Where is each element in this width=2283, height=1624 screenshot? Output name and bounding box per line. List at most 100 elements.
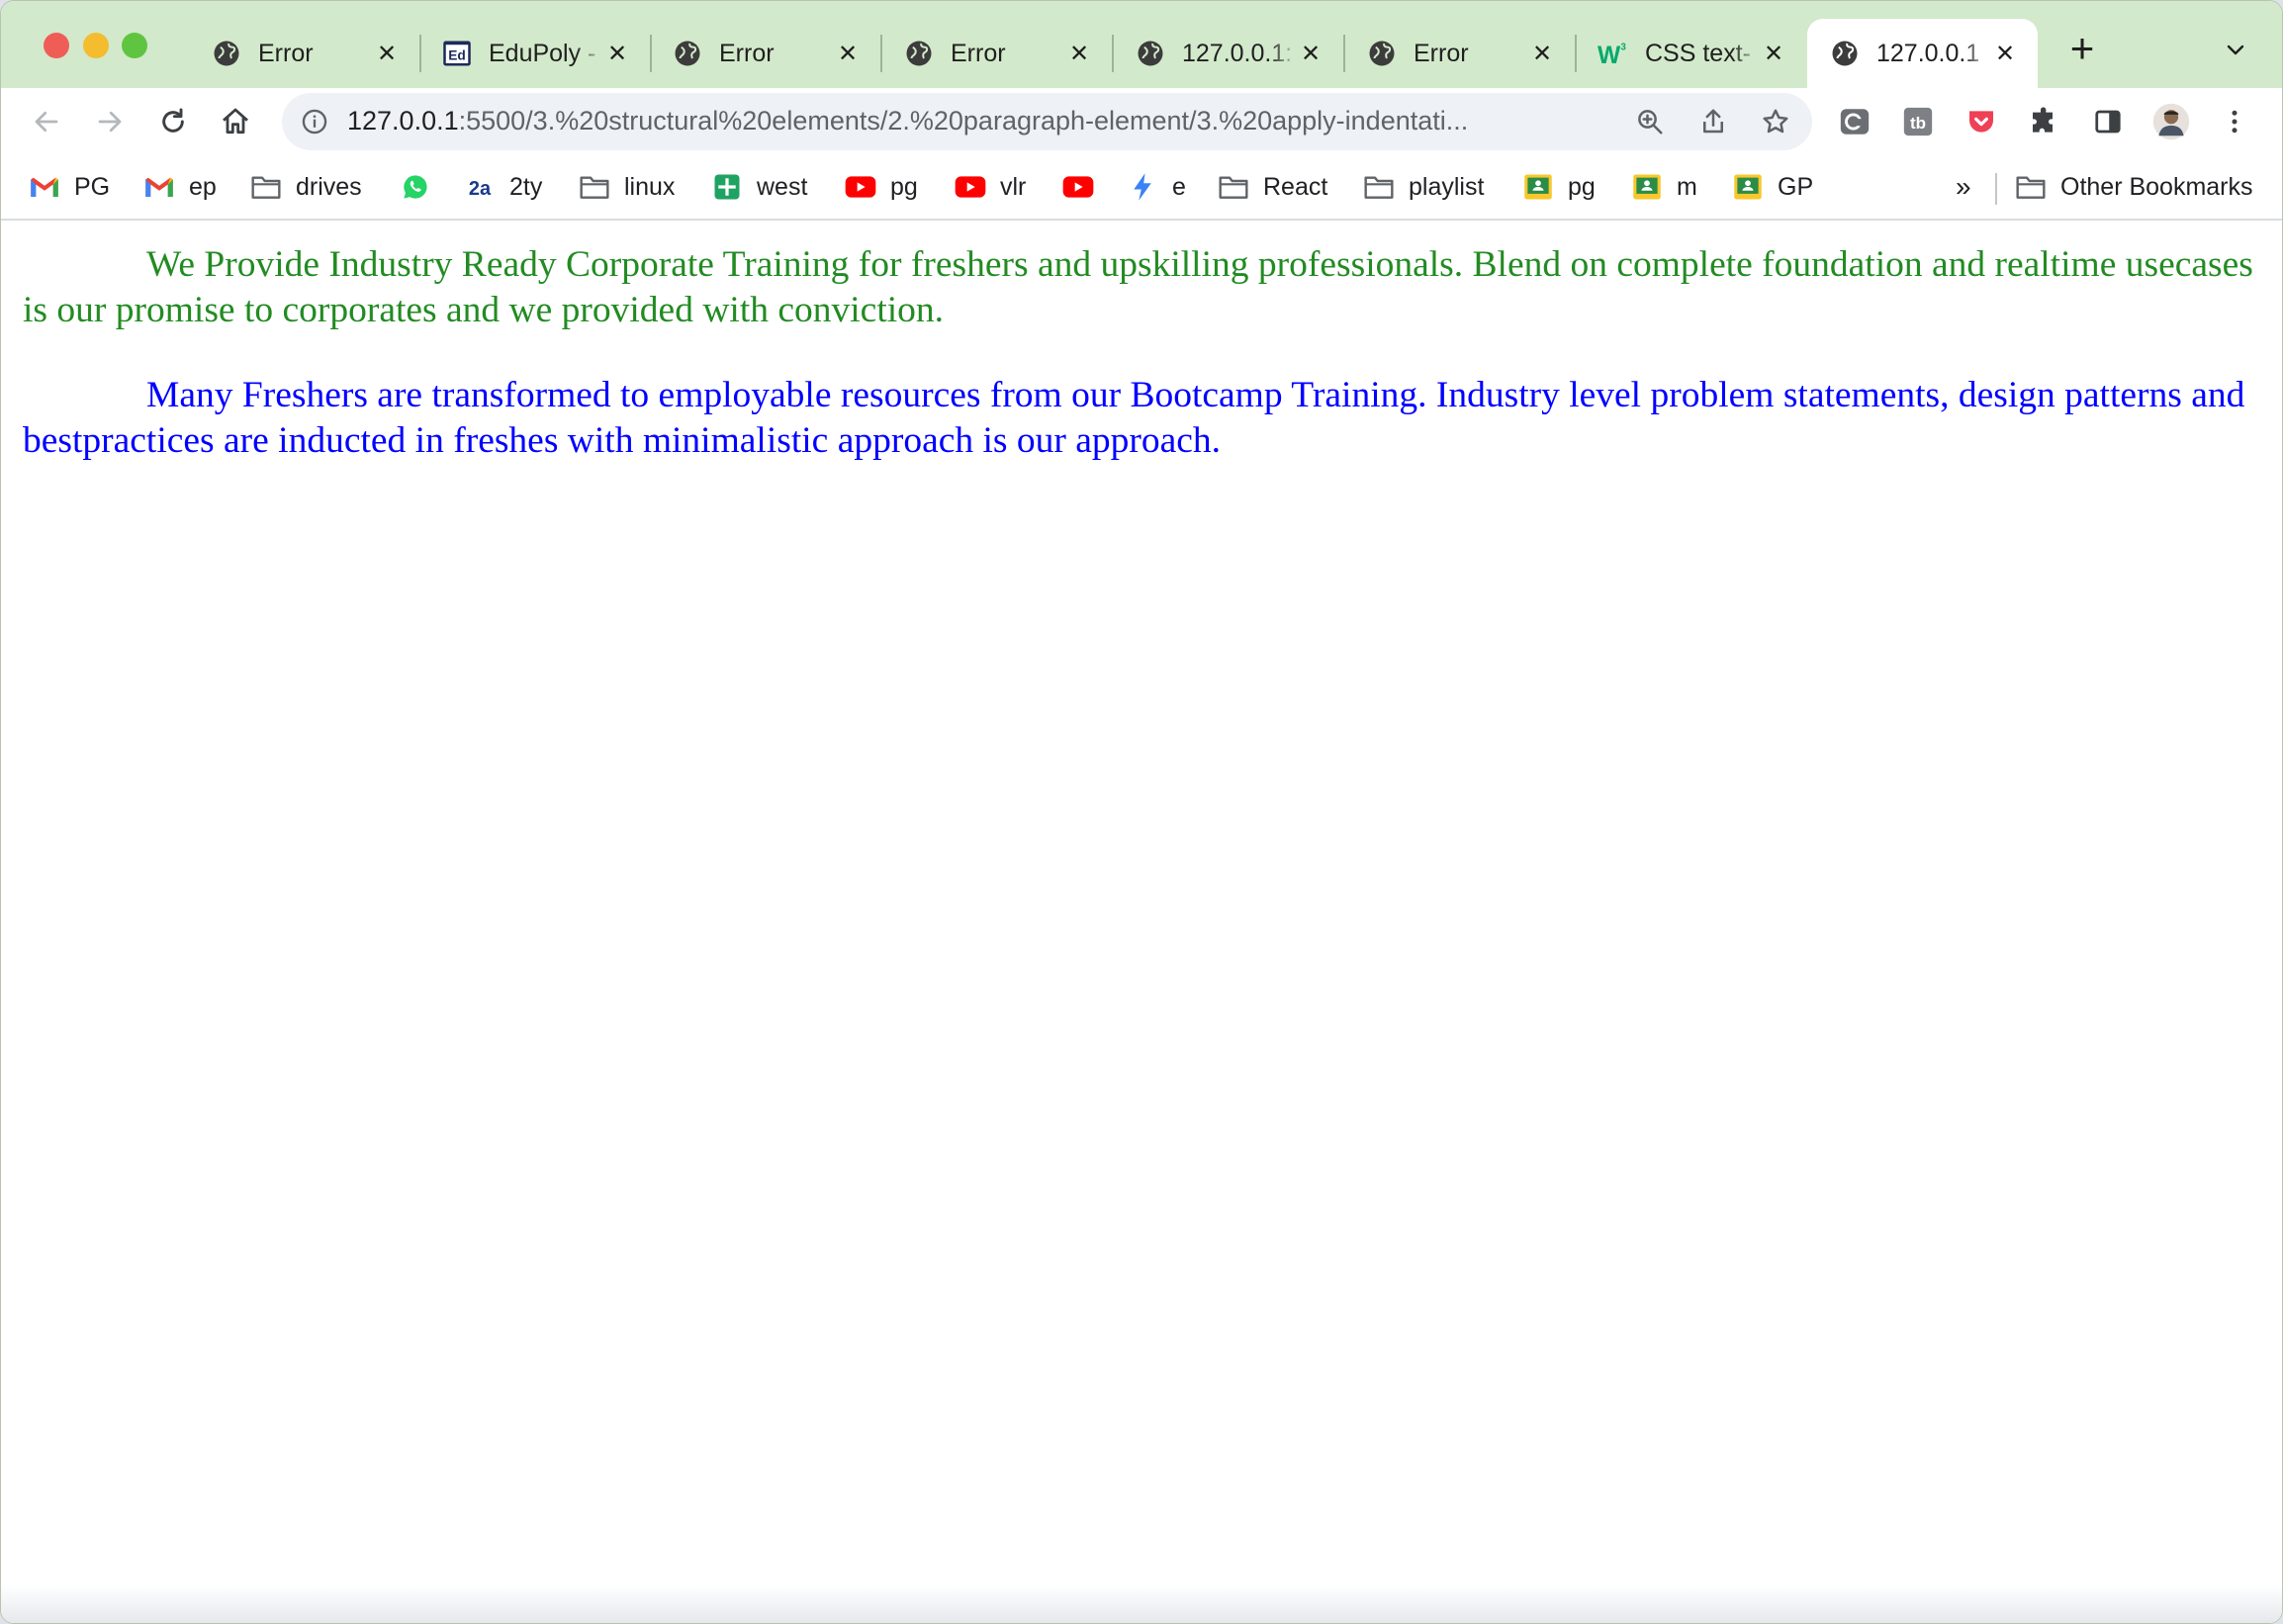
tab-close-icon[interactable]: ✕ (1298, 41, 1324, 67)
tab-title: 127.0.0.1 (1876, 39, 1980, 67)
tab-close-icon[interactable]: ✕ (1761, 41, 1786, 67)
tab-localhost-1[interactable]: 127.0.0.1: ✕ (1113, 19, 1343, 88)
bookmark-label: React (1263, 172, 1328, 201)
bookmark-whatsapp[interactable] (400, 167, 431, 207)
bookmarks-bar: PG ep drives 2a 2ty linux west pg vlr e … (1, 155, 2282, 221)
bookmark-pg-classroom[interactable]: pg (1522, 167, 1596, 207)
paragraph-freshers: Many Freshers are transformed to employa… (23, 375, 2245, 461)
globe-icon (1135, 38, 1166, 69)
bookmark-folder-drives[interactable]: drives (250, 167, 362, 207)
folder-icon (2015, 171, 2047, 203)
bookmark-label: vlr (1000, 172, 1027, 201)
folder-icon (250, 171, 282, 203)
tab-title: Error (1414, 39, 1469, 67)
new-tab-button[interactable]: + (2064, 28, 2100, 69)
tab-close-icon[interactable]: ✕ (374, 41, 400, 67)
extensions-button[interactable] (2023, 100, 2066, 143)
close-window-button[interactable] (44, 33, 69, 58)
svg-text:Ed: Ed (448, 47, 466, 62)
maximize-window-button[interactable] (122, 33, 147, 58)
side-panel-icon (2095, 110, 2121, 134)
svg-text:3: 3 (1620, 42, 1626, 52)
tab-close-icon[interactable]: ✕ (604, 41, 630, 67)
tb-extension-icon: tb (1903, 107, 1933, 136)
extension-button-3[interactable] (1960, 100, 2003, 143)
site-info-icon[interactable] (300, 107, 329, 136)
bookmark-folder-react[interactable]: React (1218, 167, 1327, 207)
tab-close-icon[interactable]: ✕ (1992, 41, 2018, 67)
back-button[interactable] (25, 100, 68, 143)
tab-close-icon[interactable]: ✕ (835, 41, 861, 67)
pocket-icon (1969, 111, 1993, 133)
bookmark-west[interactable]: west (711, 167, 807, 207)
bookmark-youtube[interactable] (1062, 167, 1094, 207)
globe-icon (903, 38, 935, 69)
tab-error-4[interactable]: Error ✕ (1344, 19, 1575, 88)
youtube-icon (845, 171, 876, 203)
bookmark-m-classroom[interactable]: m (1631, 167, 1697, 207)
kebab-menu-icon (2232, 110, 2237, 134)
bookmark-ep-gmail[interactable]: ep (143, 167, 217, 207)
2a-icon: 2a (464, 171, 496, 203)
bookmark-label: PG (74, 172, 111, 201)
bolt-icon (1127, 171, 1158, 203)
home-button[interactable] (214, 100, 257, 143)
edupoly-logo-icon: Ed (441, 38, 473, 69)
bookmark-vlr-youtube[interactable]: vlr (955, 167, 1026, 207)
tab-error-1[interactable]: Error ✕ (189, 19, 419, 88)
tab-css-text[interactable]: W3 CSS text- ✕ (1576, 19, 1806, 88)
globe-icon (211, 38, 242, 69)
classroom-icon (1631, 171, 1663, 203)
forward-button[interactable] (88, 100, 132, 143)
forward-arrow-icon (98, 111, 122, 133)
tab-error-2[interactable]: Error ✕ (650, 19, 880, 88)
avatar (2152, 103, 2190, 140)
tab-title: Error (951, 39, 1006, 67)
bookmark-pg-gmail[interactable]: PG (29, 167, 110, 207)
bookmark-label: pg (890, 172, 918, 201)
bookmark-star-icon[interactable] (1759, 105, 1792, 138)
svg-text:tb: tb (1910, 114, 1926, 133)
share-icon[interactable] (1696, 105, 1730, 138)
bookmarks-overflow-button[interactable]: » (1956, 167, 1971, 207)
address-bar[interactable]: 127.0.0.1:5500/3.%20structural%20element… (282, 93, 1812, 150)
chevron-double-right-icon: » (1956, 171, 1971, 202)
tab-title: EduPoly - (489, 39, 596, 67)
tab-close-icon[interactable]: ✕ (1066, 41, 1092, 67)
globe-icon (672, 38, 703, 69)
puzzle-icon (2033, 107, 2053, 133)
back-arrow-icon (35, 111, 58, 133)
bookmark-2ty[interactable]: 2a 2ty (464, 167, 542, 207)
profile-button[interactable] (2149, 100, 2193, 143)
extension-button-1[interactable] (1833, 100, 1876, 143)
tab-error-3[interactable]: Error ✕ (881, 19, 1112, 88)
zoom-icon[interactable] (1633, 105, 1667, 138)
url-path: :5500/3.%20structural%20elements/2.%20pa… (458, 106, 1469, 135)
url-text[interactable]: 127.0.0.1:5500/3.%20structural%20element… (347, 106, 1603, 136)
menu-button[interactable] (2213, 100, 2256, 143)
youtube-icon (1062, 171, 1094, 203)
bookmark-gp-classroom[interactable]: GP (1732, 167, 1813, 207)
extension-button-2[interactable]: tb (1896, 100, 1940, 143)
tab-edupoly[interactable]: Ed EduPoly - ✕ (419, 19, 650, 88)
bookmark-label: e (1172, 172, 1186, 201)
tab-search-button[interactable] (2221, 35, 2250, 64)
svg-text:2a: 2a (469, 178, 492, 200)
side-panel-button[interactable] (2086, 100, 2130, 143)
minimize-window-button[interactable] (83, 33, 109, 58)
tab-close-icon[interactable]: ✕ (1529, 41, 1555, 67)
other-bookmarks-button[interactable]: Other Bookmarks (2015, 167, 2253, 207)
folder-icon (1218, 171, 1249, 203)
bookmark-folder-playlist[interactable]: playlist (1363, 167, 1484, 207)
bookmark-label: m (1677, 172, 1697, 201)
bookmark-folder-linux[interactable]: linux (579, 167, 675, 207)
tab-localhost-active[interactable]: 127.0.0.1 ✕ (1807, 19, 2038, 88)
bookmark-label: west (757, 172, 808, 201)
bookmark-pg-youtube[interactable]: pg (845, 167, 918, 207)
bookmark-e[interactable]: e (1127, 167, 1186, 207)
reload-button[interactable] (151, 100, 195, 143)
classroom-icon (1732, 171, 1764, 203)
bookmark-label: playlist (1409, 172, 1485, 201)
home-icon (223, 108, 248, 135)
tab-title: 127.0.0.1: (1182, 39, 1293, 67)
